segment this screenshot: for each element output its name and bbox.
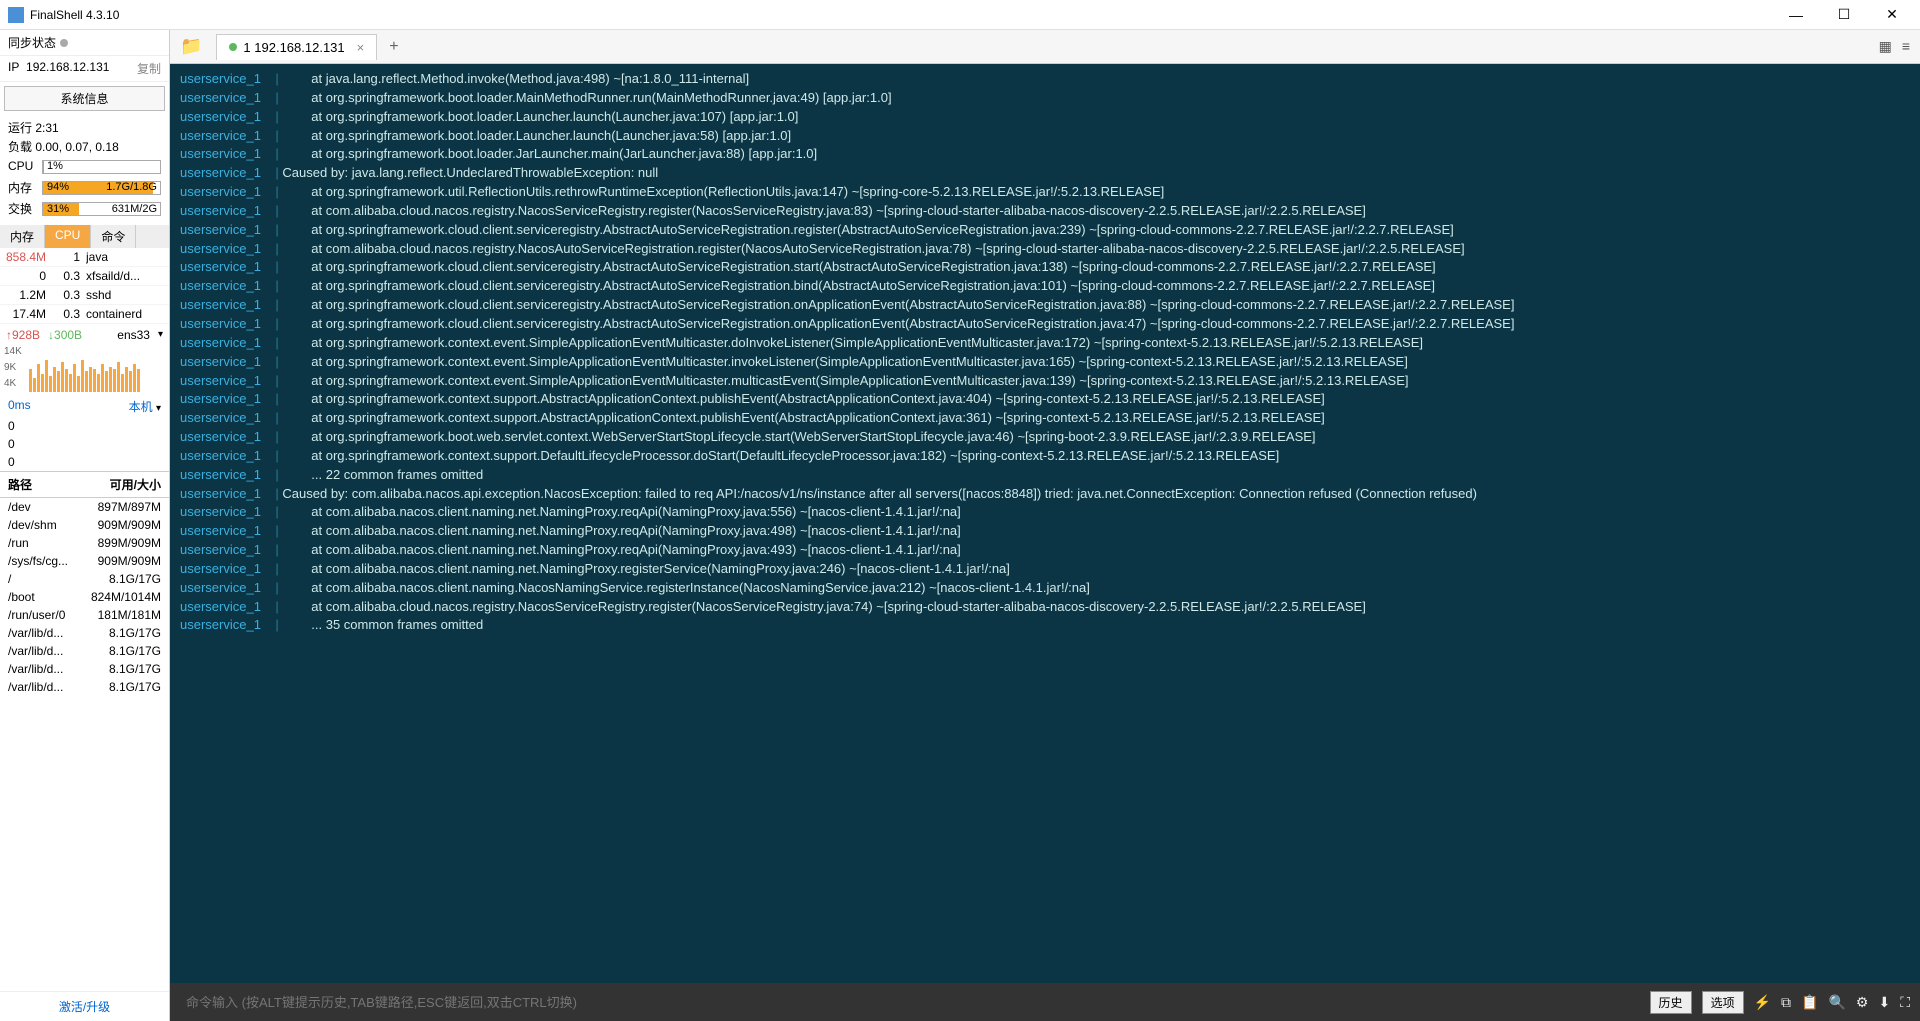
gear-icon[interactable]: ⚙ xyxy=(1856,994,1869,1011)
tabbar: 📁 1 192.168.12.131 × + ▦ ≡ xyxy=(170,30,1920,64)
activate-button[interactable]: 激活/升级 xyxy=(0,991,169,1021)
app-icon xyxy=(8,7,24,23)
disk-row[interactable]: /dev/shm909M/909M xyxy=(0,516,169,534)
maximize-button[interactable]: ☐ xyxy=(1834,5,1854,25)
process-row[interactable]: 1.2M0.3sshd xyxy=(0,286,169,305)
session-tab-label: 1 192.168.12.131 xyxy=(243,40,344,55)
tab-cmd[interactable]: 命令 xyxy=(91,225,136,248)
app-title: FinalShell 4.3.10 xyxy=(30,8,1786,22)
minimize-button[interactable]: — xyxy=(1786,5,1806,25)
runtime: 运行 2:31 xyxy=(8,119,161,138)
menu-icon[interactable]: ≡ xyxy=(1902,38,1910,55)
process-row[interactable]: 858.4M1java xyxy=(0,248,169,267)
ip-row: IP 192.168.12.131 复制 xyxy=(0,56,169,82)
download-icon[interactable]: ⬇ xyxy=(1878,994,1890,1011)
sync-status: 同步状态 xyxy=(0,30,169,56)
grid-icon[interactable]: ▦ xyxy=(1879,38,1892,55)
bolt-icon[interactable]: ⚡ xyxy=(1754,994,1771,1011)
sync-dot-icon xyxy=(60,39,68,47)
search-icon[interactable]: 🔍 xyxy=(1828,994,1845,1011)
disk-row[interactable]: /sys/fs/cg...909M/909M xyxy=(0,552,169,570)
proc-tabs: 内存 CPU 命令 xyxy=(0,225,169,248)
disk-row[interactable]: /run/user/0181M/181M xyxy=(0,606,169,624)
terminal[interactable]: userservice_1 | at java.lang.reflect.Met… xyxy=(170,64,1920,983)
tab-mem[interactable]: 内存 xyxy=(0,225,45,248)
close-button[interactable]: ✕ xyxy=(1882,5,1902,25)
cpu-meter: CPU 1% xyxy=(8,157,161,176)
close-tab-icon[interactable]: × xyxy=(357,40,365,55)
tab-cpu[interactable]: CPU xyxy=(45,225,91,248)
copy-icon[interactable]: ⧉ xyxy=(1781,994,1791,1011)
ip-value: 192.168.12.131 xyxy=(26,60,109,74)
disk-row[interactable]: /var/lib/d...8.1G/17G xyxy=(0,678,169,696)
options-button[interactable]: 选项 xyxy=(1702,991,1744,1014)
process-table: 858.4M1java00.3xfsaild/d...1.2M0.3sshd17… xyxy=(0,248,169,324)
process-row[interactable]: 00.3xfsaild/d... xyxy=(0,267,169,286)
session-tab[interactable]: 1 192.168.12.131 × xyxy=(216,34,377,60)
sync-label: 同步状态 xyxy=(8,34,56,51)
iface-select[interactable]: ens33 xyxy=(117,328,150,342)
host-select[interactable]: 本机 xyxy=(129,400,153,414)
titlebar: FinalShell 4.3.10 — ☐ ✕ xyxy=(0,0,1920,30)
disk-row[interactable]: /var/lib/d...8.1G/17G xyxy=(0,624,169,642)
process-row[interactable]: 17.4M0.3containerd xyxy=(0,305,169,324)
fullscreen-icon[interactable]: ⛶ xyxy=(1900,994,1910,1011)
disk-row[interactable]: /var/lib/d...8.1G/17G xyxy=(0,660,169,678)
command-bar: 历史 选项 ⚡ ⧉ 📋 🔍 ⚙ ⬇ ⛶ xyxy=(170,983,1920,1021)
status-dot-icon xyxy=(229,43,237,51)
content: 📁 1 192.168.12.131 × + ▦ ≡ userservice_1… xyxy=(170,30,1920,1021)
add-tab-button[interactable]: + xyxy=(377,38,410,56)
sysinfo-button[interactable]: 系统信息 xyxy=(4,86,165,111)
disk-row[interactable]: /boot824M/1014M xyxy=(0,588,169,606)
disk-table: /dev897M/897M/dev/shm909M/909M/run899M/9… xyxy=(0,498,169,696)
command-input[interactable] xyxy=(180,989,1640,1016)
mem-meter: 内存 94%1.7G/1.8G xyxy=(8,179,161,198)
latency: 0ms xyxy=(8,398,31,415)
net-row: ↑928B ↓300B ens33▾ xyxy=(0,324,169,346)
clipboard-icon[interactable]: 📋 xyxy=(1801,994,1818,1011)
folder-icon[interactable]: 📁 xyxy=(170,36,212,57)
stats: 运行 2:31 负载 0.00, 0.07, 0.18 CPU 1% 内存 94… xyxy=(0,115,169,225)
disk-row[interactable]: /8.1G/17G xyxy=(0,570,169,588)
copy-btn[interactable]: 复制 xyxy=(137,60,161,77)
sidebar: 同步状态 IP 192.168.12.131 复制 系统信息 运行 2:31 负… xyxy=(0,30,170,1021)
disk-row[interactable]: /var/lib/d...8.1G/17G xyxy=(0,642,169,660)
swap-meter: 交换 31%631M/2G xyxy=(8,200,161,219)
load: 负载 0.00, 0.07, 0.18 xyxy=(8,138,161,157)
disk-header: 路径 可用/大小 xyxy=(0,471,169,498)
history-button[interactable]: 历史 xyxy=(1650,991,1692,1014)
disk-row[interactable]: /dev897M/897M xyxy=(0,498,169,516)
disk-row[interactable]: /run899M/909M xyxy=(0,534,169,552)
net-sparkline: 14K 9K 4K xyxy=(4,346,165,392)
